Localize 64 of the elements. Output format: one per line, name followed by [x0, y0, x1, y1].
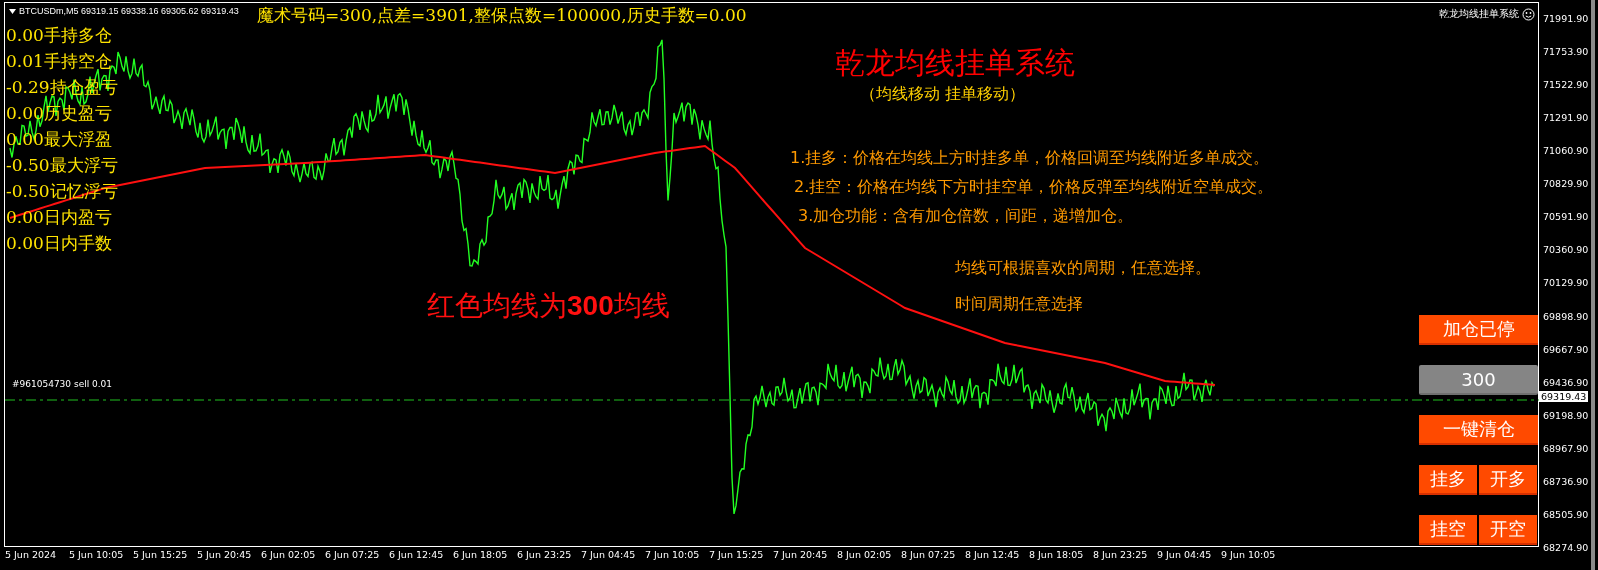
price-label: 70129.90	[1543, 277, 1589, 289]
panel-button[interactable]: 开空	[1479, 515, 1537, 545]
info-line: 魔术号码=300,点差=3901,整保点数=100000,历史手数=0.00	[257, 4, 747, 27]
price-label: 70591.90	[1543, 211, 1589, 223]
panel-button[interactable]: 挂空	[1419, 515, 1477, 545]
note-text: 均线可根据喜欢的周期，任意选择。	[955, 257, 1211, 279]
price-label: 69898.90	[1543, 310, 1589, 322]
system-title: 乾龙均线挂单系统	[835, 44, 1075, 82]
current-price-label: 69319.43	[1539, 391, 1589, 402]
order-label: #961054730 sell 0.01	[12, 379, 113, 389]
dropdown-icon	[9, 8, 16, 14]
time-label: 7 Jun 20:45	[773, 549, 828, 560]
system-subtitle: （均线移动 挂单移动）	[860, 84, 1026, 105]
time-label: 8 Jun 18:05	[1029, 549, 1084, 560]
stat-line: -0.50最大浮亏	[6, 154, 118, 177]
stat-line: 0.01手持空仓	[6, 50, 113, 73]
price-label: 69667.90	[1543, 343, 1589, 355]
time-label: 8 Jun 23:25	[1093, 549, 1148, 560]
price-label: 71060.90	[1543, 145, 1589, 157]
time-label: 8 Jun 02:05	[837, 549, 892, 560]
price-label: 71291.90	[1543, 112, 1589, 124]
time-label: 8 Jun 12:45	[965, 549, 1020, 560]
time-label: 7 Jun 10:05	[645, 549, 700, 560]
time-label: 9 Jun 04:45	[1157, 549, 1212, 560]
time-label: 6 Jun 23:25	[517, 549, 572, 560]
time-label: 5 Jun 10:05	[69, 549, 124, 560]
time-label: 6 Jun 07:25	[325, 549, 380, 560]
price-label: 68505.90	[1543, 508, 1589, 520]
panel-button[interactable]: 开多	[1479, 465, 1537, 495]
time-label: 6 Jun 18:05	[453, 549, 508, 560]
panel-button[interactable]: 挂多	[1419, 465, 1477, 495]
price-label: 69436.90	[1543, 376, 1589, 388]
indicator-name: 乾龙均线挂单系统	[1439, 7, 1519, 21]
rule-text: 2.挂空：价格在均线下方时挂空单，价格反弹至均线附近空单成交。	[794, 176, 1274, 198]
price-label: 71522.90	[1543, 79, 1589, 91]
panel-button[interactable]: 加仓已停	[1419, 315, 1538, 345]
price-label: 70360.90	[1543, 244, 1589, 256]
stat-line: 0.00手持多仓	[6, 24, 113, 47]
time-label: 7 Jun 15:25	[709, 549, 764, 560]
price-label: 68736.90	[1543, 475, 1589, 487]
time-label: 7 Jun 04:45	[581, 549, 636, 560]
stat-line: 0.00日内盈亏	[6, 206, 113, 229]
note-text: 时间周期任意选择	[955, 293, 1084, 315]
time-label: 6 Jun 12:45	[389, 549, 444, 560]
price-label: 69198.90	[1543, 409, 1589, 421]
price-label: 71991.90	[1543, 13, 1589, 24]
smiley-icon	[1522, 7, 1535, 21]
price-label: 68274.90	[1543, 541, 1589, 553]
price-label: 68967.90	[1543, 442, 1589, 454]
time-label: 6 Jun 02:05	[261, 549, 316, 560]
symbol-info: BTCUSDm,M5 69319.15 69338.16 69305.62 69319.43	[19, 6, 239, 16]
panel-button[interactable]: 一键清仓	[1419, 415, 1538, 445]
price-label: 71753.90	[1543, 46, 1589, 58]
moving-average-label: 红色均线为300均线	[427, 288, 670, 324]
period-field[interactable]: 300	[1419, 365, 1538, 395]
stat-line: 0.00日内手数	[6, 232, 113, 255]
time-label: 5 Jun 2024	[5, 549, 57, 560]
price-label: 70829.90	[1543, 178, 1589, 190]
rule-text: 1.挂多：价格在均线上方时挂多单，价格回调至均线附近多单成交。	[790, 147, 1271, 169]
time-label: 8 Jun 07:25	[901, 549, 956, 560]
time-label: 9 Jun 10:05	[1221, 549, 1276, 560]
time-label: 5 Jun 20:45	[197, 549, 252, 560]
time-label: 5 Jun 15:25	[133, 549, 188, 560]
rule-text: 3.加仓功能：含有加仓倍数，间距，递增加仓。	[798, 205, 1135, 227]
